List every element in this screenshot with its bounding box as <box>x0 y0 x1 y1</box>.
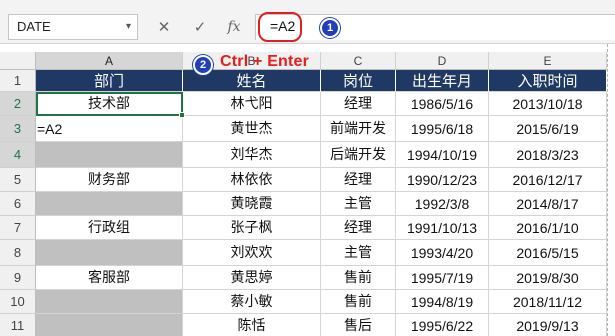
chevron-down-icon[interactable]: ▾ <box>126 21 131 32</box>
row-header[interactable]: 3 <box>0 116 36 142</box>
table-cell[interactable]: =A2 <box>36 116 183 142</box>
table-cell[interactable] <box>36 142 183 168</box>
function-icon[interactable]: fx <box>220 14 248 40</box>
table-cell[interactable]: 黄世杰 <box>183 116 321 142</box>
table-cell[interactable]: 2015/6/19 <box>489 116 607 142</box>
formula-bar: DATE ▾ ✕ ✓ fx =A2 1 <box>0 0 615 44</box>
table-cell[interactable] <box>36 192 183 216</box>
table-cell[interactable]: 后端开发 <box>321 142 396 168</box>
table-cell[interactable]: 林弋阳 <box>183 92 321 116</box>
column-header-a[interactable]: A <box>36 52 183 70</box>
table-cell[interactable]: 黄晓霞 <box>183 192 321 216</box>
table-cell[interactable] <box>36 240 183 266</box>
step-badge-1: 1 <box>320 18 340 38</box>
table-cell[interactable]: 1995/6/18 <box>396 116 489 142</box>
table-header-cell[interactable]: 岗位 <box>321 70 396 92</box>
column-header-c[interactable]: C <box>321 52 396 70</box>
fill-handle[interactable] <box>179 112 185 118</box>
table-cell[interactable]: 2019/9/13 <box>489 314 607 336</box>
table-cell[interactable]: 售前 <box>321 266 396 290</box>
row-header[interactable]: 5 <box>0 168 36 192</box>
highlight-ring <box>258 12 302 42</box>
table-cell[interactable]: 2014/8/17 <box>489 192 607 216</box>
check-icon[interactable]: ✓ <box>186 14 214 40</box>
name-box-value: DATE <box>17 19 51 34</box>
row-header[interactable]: 4 <box>0 142 36 168</box>
table-cell[interactable]: 1990/12/23 <box>396 168 489 192</box>
active-cell-border <box>36 92 183 116</box>
table-cell[interactable]: 2018/3/23 <box>489 142 607 168</box>
table-cell[interactable]: 张子枫 <box>183 216 321 240</box>
table-cell[interactable]: 蔡小敏 <box>183 290 321 314</box>
table-cell[interactable]: 主管 <box>321 240 396 266</box>
row-header[interactable]: 7 <box>0 216 36 240</box>
table-cell[interactable]: 刘华杰 <box>183 142 321 168</box>
table-cell[interactable] <box>36 290 183 314</box>
row-header[interactable]: 1 <box>0 70 36 92</box>
column-header-d[interactable]: D <box>396 52 489 70</box>
table-cell[interactable]: 2016/5/15 <box>489 240 607 266</box>
table-cell[interactable]: 1993/4/20 <box>396 240 489 266</box>
row-header[interactable]: 8 <box>0 240 36 266</box>
torn-edge <box>607 44 615 336</box>
table-cell[interactable]: 林依依 <box>183 168 321 192</box>
table-cell[interactable] <box>36 314 183 336</box>
table-cell[interactable]: 经理 <box>321 216 396 240</box>
table-cell[interactable]: 刘欢欢 <box>183 240 321 266</box>
table-cell[interactable]: 2016/12/17 <box>489 168 607 192</box>
cancel-icon[interactable]: ✕ <box>150 14 178 40</box>
table-cell[interactable]: 1994/8/19 <box>396 290 489 314</box>
table-cell[interactable]: 经理 <box>321 168 396 192</box>
table-header-cell[interactable]: 部门 <box>36 70 183 92</box>
table-cell[interactable]: 1986/5/16 <box>396 92 489 116</box>
table-cell[interactable]: 2018/11/12 <box>489 290 607 314</box>
table-header-cell[interactable]: 入职时间 <box>489 70 607 92</box>
table-cell[interactable]: 1995/7/19 <box>396 266 489 290</box>
name-box[interactable]: DATE ▾ <box>8 14 138 40</box>
table-cell[interactable]: 2016/1/10 <box>489 216 607 240</box>
table-cell[interactable]: 客服部 <box>36 266 183 290</box>
table-cell[interactable]: 售后 <box>321 314 396 336</box>
table-cell[interactable]: 陈恬 <box>183 314 321 336</box>
table-header-cell[interactable]: 出生年月 <box>396 70 489 92</box>
formula-input[interactable] <box>255 14 615 40</box>
step-badge-2: 2 <box>193 55 213 75</box>
table-cell[interactable]: 黄思婷 <box>183 266 321 290</box>
select-all-corner[interactable] <box>0 52 36 70</box>
table-cell[interactable]: 经理 <box>321 92 396 116</box>
table-cell[interactable]: 1995/6/22 <box>396 314 489 336</box>
table-cell[interactable]: 1991/10/13 <box>396 216 489 240</box>
table-cell[interactable]: 1994/10/19 <box>396 142 489 168</box>
table-cell[interactable]: 行政组 <box>36 216 183 240</box>
row-header[interactable]: 10 <box>0 290 36 314</box>
table-cell[interactable]: 前端开发 <box>321 116 396 142</box>
table-cell[interactable]: 1992/3/8 <box>396 192 489 216</box>
row-header[interactable]: 2 <box>0 92 36 116</box>
table-cell[interactable]: 2019/8/30 <box>489 266 607 290</box>
row-header[interactable]: 9 <box>0 266 36 290</box>
table-cell[interactable]: 售前 <box>321 290 396 314</box>
table-cell[interactable]: 2013/10/18 <box>489 92 607 116</box>
row-header[interactable]: 6 <box>0 192 36 216</box>
shortcut-annotation: Ctrl + Enter <box>220 53 310 70</box>
row-header[interactable]: 11 <box>0 314 36 336</box>
table-cell[interactable]: 财务部 <box>36 168 183 192</box>
table-cell[interactable]: 主管 <box>321 192 396 216</box>
column-header-e[interactable]: E <box>489 52 607 70</box>
